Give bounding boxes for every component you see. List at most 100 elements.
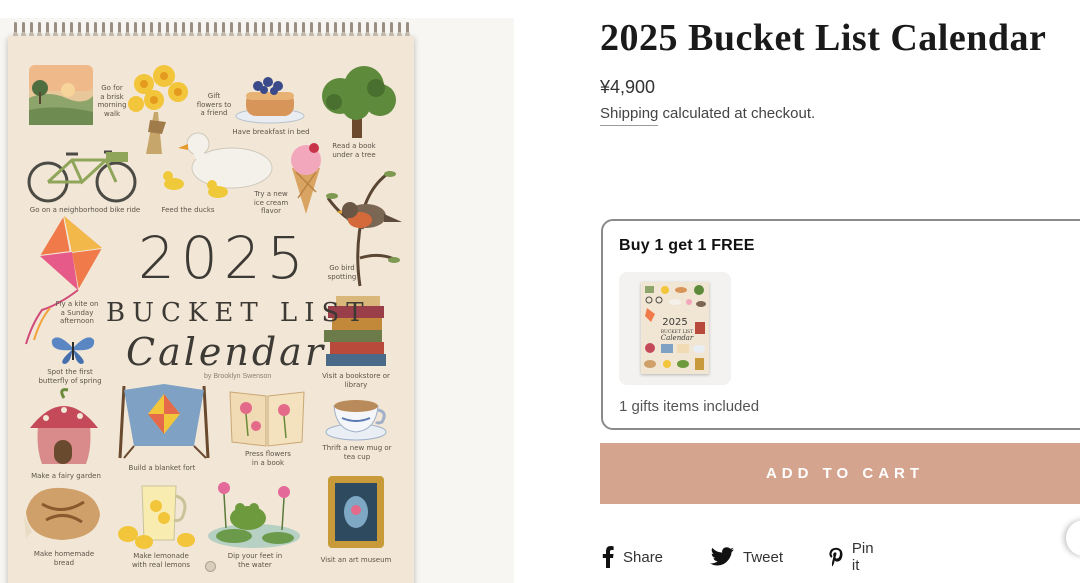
spiral-ring xyxy=(21,22,26,37)
pancake-stack-icon xyxy=(235,77,305,124)
oak-tree-icon xyxy=(322,66,396,138)
spiral-ring xyxy=(125,22,130,37)
calendar-byline: by Brooklyn Swenson xyxy=(204,373,272,380)
caption-fort: Build a blanket fort xyxy=(128,464,196,472)
spiral-ring xyxy=(285,22,290,37)
spiral-ring xyxy=(213,22,218,37)
product-price: ¥4,900 xyxy=(600,77,656,97)
caption-fairy: Make a fairy garden xyxy=(31,472,101,480)
spiral-ring xyxy=(237,22,242,37)
spiral-ring xyxy=(173,22,178,37)
share-pinterest-label: Pin it xyxy=(851,540,874,574)
share-twitter-button[interactable]: Tweet xyxy=(710,545,783,569)
spiral-ring xyxy=(325,22,330,37)
caption-bookstore: Visit a bookstore or library xyxy=(322,372,390,389)
bicycle-icon xyxy=(27,150,137,203)
spiral-ring xyxy=(397,22,402,37)
spiral-ring xyxy=(301,22,306,37)
caption-icecream: Try a new ice cream flavor xyxy=(253,190,289,215)
share-facebook-button[interactable]: Share xyxy=(602,545,663,569)
bread-loaf-icon xyxy=(24,487,100,540)
caption-mug: Thrift a new mug or tea cup xyxy=(322,444,392,461)
spiral-ring xyxy=(189,22,194,37)
caption-feet: Dip your feet in the water xyxy=(227,552,283,569)
add-to-cart-button[interactable]: ADD TO CART xyxy=(600,443,1080,504)
twitter-icon xyxy=(710,547,734,566)
spiral-ring xyxy=(229,22,234,37)
offer-title: Buy 1 get 1 FREE xyxy=(619,237,755,254)
product-title: 2025 Bucket List Calendar xyxy=(600,17,1047,59)
chat-widget-button[interactable] xyxy=(1066,520,1080,556)
spiral-ring xyxy=(373,22,378,37)
spiral-ring xyxy=(69,22,74,37)
caption-gift: Gift flowers to a friend xyxy=(196,92,232,117)
spiral-ring xyxy=(29,22,34,37)
spiral-ring xyxy=(157,22,162,37)
caption-bird: Go bird spotting xyxy=(327,264,357,281)
calendar-year: 2025 xyxy=(138,224,310,292)
spiral-ring xyxy=(181,22,186,37)
spiral-ring xyxy=(269,22,274,37)
gift-calendar-thumbnail: 2025 BUCKET LIST Calendar xyxy=(641,282,709,374)
shipping-note: Shipping calculated at checkout. xyxy=(600,105,816,126)
pinterest-icon xyxy=(829,547,843,567)
spiral-ring xyxy=(109,22,114,37)
share-twitter-label: Tweet xyxy=(743,548,784,566)
blanket-fort-icon xyxy=(118,384,210,459)
spiral-ring xyxy=(341,22,346,37)
spiral-ring xyxy=(141,22,146,37)
offer-footer: 1 gifts items included xyxy=(619,398,760,415)
framed-painting-icon xyxy=(328,476,384,548)
butterfly-icon xyxy=(51,337,95,364)
spiral-ring xyxy=(37,22,42,37)
spiral-ring xyxy=(197,22,202,37)
spiral-ring xyxy=(101,22,106,37)
mini-calendar-year: 2025 xyxy=(662,317,687,328)
caption-press: Press flowers in a book xyxy=(245,450,291,467)
spiral-ring xyxy=(53,22,58,37)
spiral-ring xyxy=(77,22,82,37)
mini-calendar-art: 2025 BUCKET LIST Calendar xyxy=(644,285,706,370)
pressed-flower-book-icon xyxy=(229,391,305,447)
share-facebook-label: Share xyxy=(623,548,664,566)
caption-lemonade: Make lemonade with real lemons xyxy=(131,552,190,569)
spiral-ring xyxy=(85,22,90,37)
facebook-icon xyxy=(602,546,614,568)
spiral-ring xyxy=(245,22,250,37)
calendar-title-line2: Calendar xyxy=(126,330,326,374)
shipping-note-text: calculated at checkout. xyxy=(658,105,816,122)
share-pinterest-button[interactable]: Pin it xyxy=(829,540,878,574)
caption-bread: Make homemade bread xyxy=(33,550,95,567)
landscape-painting-icon xyxy=(29,65,93,125)
gift-item-thumbnail[interactable]: 2025 BUCKET LIST Calendar xyxy=(619,272,731,385)
spiral-ring xyxy=(317,22,322,37)
lemonade-pitcher-icon xyxy=(118,485,195,549)
spiral-ring xyxy=(349,22,354,37)
spiral-ring xyxy=(365,22,370,37)
spiral-ring xyxy=(309,22,314,37)
frog-lily-pad-icon xyxy=(208,482,300,548)
spiral-ring xyxy=(149,22,154,37)
calendar-title-line1: BUCKET LIST xyxy=(106,298,371,328)
spiral-ring xyxy=(221,22,226,37)
spiral-ring xyxy=(293,22,298,37)
bogo-offer-box: Buy 1 get 1 FREE 2025 BUCKET LIST Calend… xyxy=(601,219,1080,430)
spiral-ring xyxy=(405,22,410,37)
spiral-ring xyxy=(45,22,50,37)
caption-butterfly: Spot the first butterfly of spring xyxy=(38,368,102,385)
fairy-house-icon xyxy=(30,388,98,464)
shipping-link[interactable]: Shipping xyxy=(600,105,659,126)
mini-calendar-title2: Calendar xyxy=(661,334,694,342)
spiral-ring xyxy=(93,22,98,37)
spiral-ring xyxy=(13,22,18,37)
spiral-ring xyxy=(381,22,386,37)
caption-ducks: Feed the ducks xyxy=(161,206,215,214)
spiral-ring xyxy=(253,22,258,37)
caption-kite: Fly a kite on a Sunday afternoon xyxy=(55,300,99,325)
teacup-icon xyxy=(325,400,387,441)
spiral-ring xyxy=(333,22,338,37)
spiral-ring xyxy=(165,22,170,37)
hanging-hole xyxy=(205,561,216,572)
spiral-ring xyxy=(261,22,266,37)
spiral-ring xyxy=(205,22,210,37)
